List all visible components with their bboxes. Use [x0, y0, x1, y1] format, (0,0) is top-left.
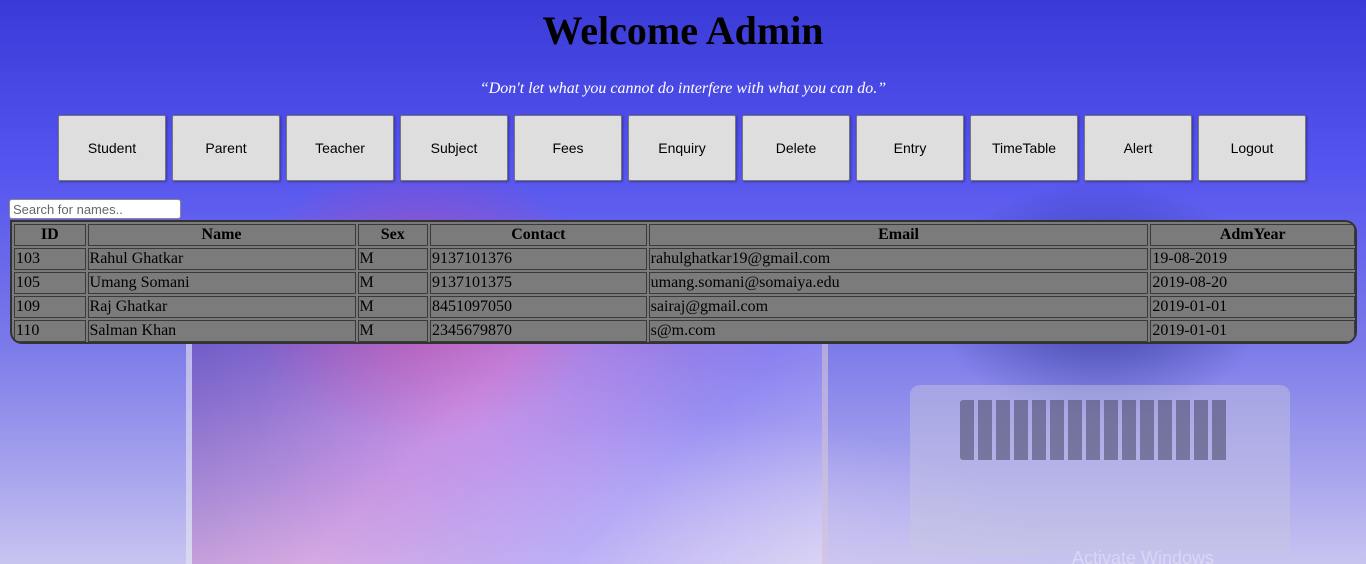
parent-button[interactable]: Parent — [172, 115, 280, 181]
cell-admyear: 2019-01-01 — [1150, 296, 1355, 318]
column-header-name[interactable]: Name — [87, 224, 356, 246]
table-row: 110 Salman Khan M 2345679870 s@m.com 201… — [14, 320, 1355, 342]
student-table: ID Name Sex Contact Email AdmYear 103 Ra… — [12, 222, 1355, 342]
page-title: Welcome Admin — [542, 8, 824, 53]
cell-name: Rahul Ghatkar — [87, 248, 356, 270]
fees-button[interactable]: Fees — [514, 115, 622, 181]
cell-id: 103 — [14, 248, 86, 270]
alert-button[interactable]: Alert — [1084, 115, 1192, 181]
logout-button[interactable]: Logout — [1198, 115, 1306, 181]
cell-admyear: 19-08-2019 — [1150, 248, 1355, 270]
column-header-id[interactable]: ID — [14, 224, 86, 246]
cell-email: umang.somani@somaiya.edu — [648, 272, 1149, 294]
quote-text: “Don't let what you cannot do interfere … — [479, 80, 887, 97]
activate-windows-watermark: Activate Windows — [1072, 548, 1215, 564]
cell-admyear: 2019-08-20 — [1150, 272, 1355, 294]
page-header: Welcome Admin — [0, 8, 1366, 54]
cell-sex: M — [357, 320, 429, 342]
cell-name: Umang Somani — [87, 272, 356, 294]
cell-contact: 2345679870 — [430, 320, 647, 342]
cell-email: rahulghatkar19@gmail.com — [648, 248, 1149, 270]
table-row: 105 Umang Somani M 9137101375 umang.soma… — [14, 272, 1355, 294]
cell-email: s@m.com — [648, 320, 1149, 342]
cell-email: sairaj@gmail.com — [648, 296, 1149, 318]
cell-name: Salman Khan — [87, 320, 356, 342]
cell-contact: 9137101375 — [430, 272, 647, 294]
student-button[interactable]: Student — [58, 115, 166, 181]
teacher-button[interactable]: Teacher — [286, 115, 394, 181]
entry-button[interactable]: Entry — [856, 115, 964, 181]
cell-sex: M — [357, 248, 429, 270]
cell-sex: M — [357, 272, 429, 294]
column-header-contact[interactable]: Contact — [430, 224, 647, 246]
cell-id: 105 — [14, 272, 86, 294]
enquiry-button[interactable]: Enquiry — [628, 115, 736, 181]
cell-name: Raj Ghatkar — [87, 296, 356, 318]
column-header-admyear[interactable]: AdmYear — [1150, 224, 1355, 246]
nav-bar: Student Parent Teacher Subject Fees Enqu… — [58, 115, 1306, 181]
cell-admyear: 2019-01-01 — [1150, 320, 1355, 342]
delete-button[interactable]: Delete — [742, 115, 850, 181]
cell-contact: 8451097050 — [430, 296, 647, 318]
student-table-container: ID Name Sex Contact Email AdmYear 103 Ra… — [10, 220, 1357, 344]
timetable-button[interactable]: TimeTable — [970, 115, 1078, 181]
column-header-sex[interactable]: Sex — [357, 224, 429, 246]
column-header-email[interactable]: Email — [648, 224, 1149, 246]
table-row: 109 Raj Ghatkar M 8451097050 sairaj@gmai… — [14, 296, 1355, 318]
table-row: 103 Rahul Ghatkar M 9137101376 rahulghat… — [14, 248, 1355, 270]
table-header-row: ID Name Sex Contact Email AdmYear — [14, 224, 1355, 246]
background-keyboard-image — [960, 400, 1230, 460]
background-monitor-image — [186, 330, 828, 564]
search-input[interactable] — [9, 199, 181, 219]
cell-id: 110 — [14, 320, 86, 342]
subject-button[interactable]: Subject — [400, 115, 508, 181]
cell-id: 109 — [14, 296, 86, 318]
cell-sex: M — [357, 296, 429, 318]
cell-contact: 9137101376 — [430, 248, 647, 270]
